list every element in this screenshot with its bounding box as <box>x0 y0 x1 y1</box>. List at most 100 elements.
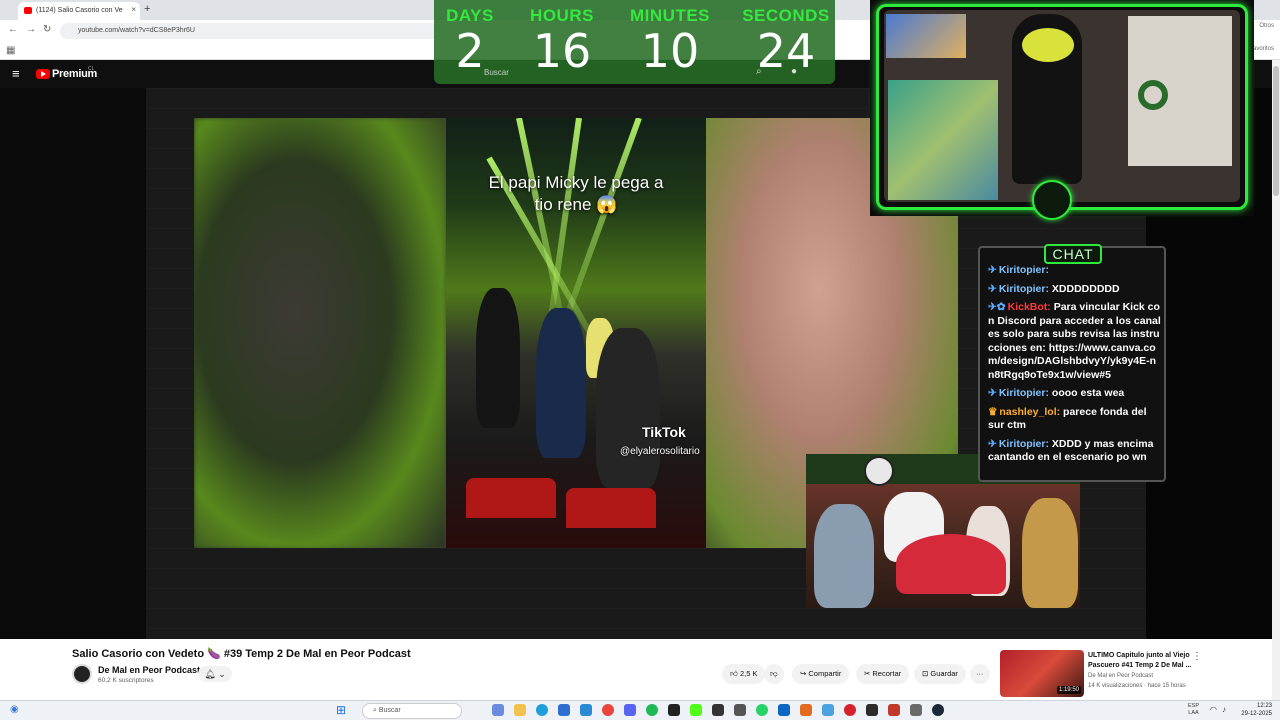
file-explorer-icon[interactable] <box>514 704 526 716</box>
capture-icon[interactable] <box>734 704 746 716</box>
theater-seat <box>466 478 556 518</box>
save-button[interactable]: ⊡ Guardar <box>914 664 966 684</box>
countdown-days: DAYS 2 <box>422 6 518 74</box>
webcam-overlay <box>870 0 1254 220</box>
chat-username: Kiritopier: <box>998 282 1049 295</box>
clip-caption-line: El papi Micky le pega a <box>488 173 664 192</box>
menu-icon[interactable]: ≡ <box>12 66 20 81</box>
app-icon[interactable] <box>888 704 900 716</box>
reload-icon[interactable]: ↻ <box>43 24 51 35</box>
task-view-icon[interactable] <box>492 704 504 716</box>
app-icon[interactable] <box>844 704 856 716</box>
recommended-meta: 14 K visualizaciones · hace 15 horas <box>1088 683 1186 689</box>
clip-caption: El papi Micky le pega a tio rene 😱 <box>446 172 706 216</box>
widgets-icon[interactable]: ◉ <box>10 704 19 715</box>
photos-icon[interactable] <box>580 704 592 716</box>
person-figure <box>596 328 660 488</box>
bell-icon: 🔔︎ <box>204 669 216 679</box>
share-label: Compartir <box>808 669 842 678</box>
channel-name[interactable]: De Mal en Peor Podcast <box>98 665 200 675</box>
page-scrollbar[interactable] <box>1272 60 1280 700</box>
microphone-icon[interactable]: ● <box>791 66 797 77</box>
clip-button[interactable]: ✂ Recortar <box>856 664 910 684</box>
browser-tab[interactable]: (1124) Salio Casorio con Ve × <box>18 2 140 20</box>
app-icon[interactable] <box>866 704 878 716</box>
thumb-down-icon: 👎︎ <box>770 669 778 678</box>
chat-text: oooo esta wea <box>1051 387 1125 399</box>
photoshop-icon[interactable] <box>800 704 812 716</box>
recommended-title[interactable]: ULTIMO Capitulo junto al Viejo Pascuero … <box>1088 651 1192 670</box>
clip-center: El papi Micky le pega a tio rene 😱 TikTo… <box>446 118 706 548</box>
youtube-logo-icon[interactable] <box>36 69 50 79</box>
back-icon[interactable]: ← <box>8 24 18 35</box>
chat-title: CHAT <box>1044 244 1102 264</box>
save-label: Guardar <box>930 669 958 678</box>
bookmark-icon: ⊡ <box>922 669 929 678</box>
podcast-logo <box>864 456 894 486</box>
share-button[interactable]: ↪ Compartir <box>792 664 850 684</box>
badge-icon: ✈✿ <box>988 301 1006 313</box>
countdown-label: DAYS <box>446 6 494 25</box>
new-tab-icon[interactable]: + <box>144 3 150 15</box>
chrome-icon[interactable] <box>602 704 614 716</box>
taskbar: ◉ ⊞ ⌕ Buscar ESP LAA ◠ ♪ 12:23 29-12-202… <box>0 700 1280 720</box>
chat-message: ✈ Kiritopier: oooo esta wea <box>988 387 1162 401</box>
edge-icon[interactable] <box>536 704 548 716</box>
theater-seat <box>566 488 656 528</box>
kebab-menu-icon[interactable]: ⋮ <box>1192 651 1202 662</box>
tab-title: (1124) Salio Casorio con Ve <box>36 7 123 14</box>
language-indicator[interactable]: ESP LAA <box>1188 703 1199 717</box>
taskbar-search[interactable]: ⌕ Buscar <box>362 703 462 719</box>
duration-badge: 1:19:50 <box>1056 686 1081 694</box>
like-button[interactable]: 👍︎ 2,5 K <box>722 664 766 684</box>
host-figure <box>814 504 874 608</box>
clock-date: 29-12-2025 <box>1241 711 1272 717</box>
discord-icon[interactable] <box>624 704 636 716</box>
dislike-button[interactable]: 👎︎ <box>764 664 784 684</box>
chat-username: Kiritopier: <box>998 264 1049 276</box>
countdown-value: 16 <box>532 24 592 78</box>
tiktok-watermark: TikTok <box>642 424 686 440</box>
settings-icon[interactable] <box>910 704 922 716</box>
scrollbar-thumb[interactable] <box>1273 66 1279 196</box>
notification-bell-button[interactable]: 🔔︎ ⌄ <box>198 666 232 682</box>
start-icon[interactable]: ⊞ <box>336 703 346 717</box>
youtube-search-input[interactable]: Buscar <box>484 68 509 77</box>
volume-icon[interactable]: ♪ <box>1222 705 1226 714</box>
recommended-channel: De Mal en Peor Podcast <box>1088 673 1154 679</box>
apps-grid-icon[interactable]: ▦ <box>6 45 15 56</box>
whatsapp-icon[interactable] <box>756 704 768 716</box>
channel-avatar[interactable] <box>72 664 92 684</box>
extensions-label[interactable]: Otros <box>1259 23 1274 29</box>
letterbox-left <box>0 88 146 639</box>
keyboard-layout: LAA <box>1188 710 1199 716</box>
tiktok-username: @elyalerosolitario <box>620 446 700 457</box>
app-icon[interactable] <box>822 704 834 716</box>
system-clock[interactable]: 12:23 29-12-2025 <box>1234 702 1272 718</box>
mail-icon[interactable] <box>558 704 570 716</box>
scissors-icon: ✂ <box>864 669 871 678</box>
chat-message: ✈ Kiritopier: <box>988 264 1162 278</box>
steam-icon[interactable] <box>932 704 944 716</box>
language-code: ESP <box>1188 703 1200 709</box>
recommended-thumbnail[interactable]: 1:19:50 <box>1000 650 1084 697</box>
address-bar[interactable]: youtube.com/watch?v=dCS8eP3hr6U <box>60 23 440 39</box>
video-info: Salio Casorio con Vedeto 🍆 #39 Temp 2 De… <box>0 639 1280 700</box>
wifi-icon[interactable]: ◠ <box>1210 705 1217 714</box>
close-tab-icon[interactable]: × <box>131 5 136 14</box>
clip-label: Recortar <box>872 669 902 678</box>
person-figure <box>476 288 520 428</box>
chat-message: ♛ nashley_lol: parece fonda del sur ctm <box>988 406 1162 433</box>
video-title: Salio Casorio con Vedeto 🍆 #39 Temp 2 De… <box>72 648 411 660</box>
terminal-icon[interactable] <box>712 704 724 716</box>
store-icon[interactable] <box>778 704 790 716</box>
more-actions-button[interactable]: ··· <box>970 664 990 684</box>
chat-message: ✈ Kiritopier: XDDD y mas encima cantando … <box>988 438 1162 465</box>
obs-icon[interactable] <box>668 704 680 716</box>
countdown-label: MINUTES <box>630 6 710 25</box>
forward-icon[interactable]: → <box>26 24 36 35</box>
kick-icon[interactable] <box>690 704 702 716</box>
spotify-icon[interactable] <box>646 704 658 716</box>
search-icon[interactable]: ⌕ <box>756 66 762 77</box>
more-icon: ··· <box>976 669 984 678</box>
